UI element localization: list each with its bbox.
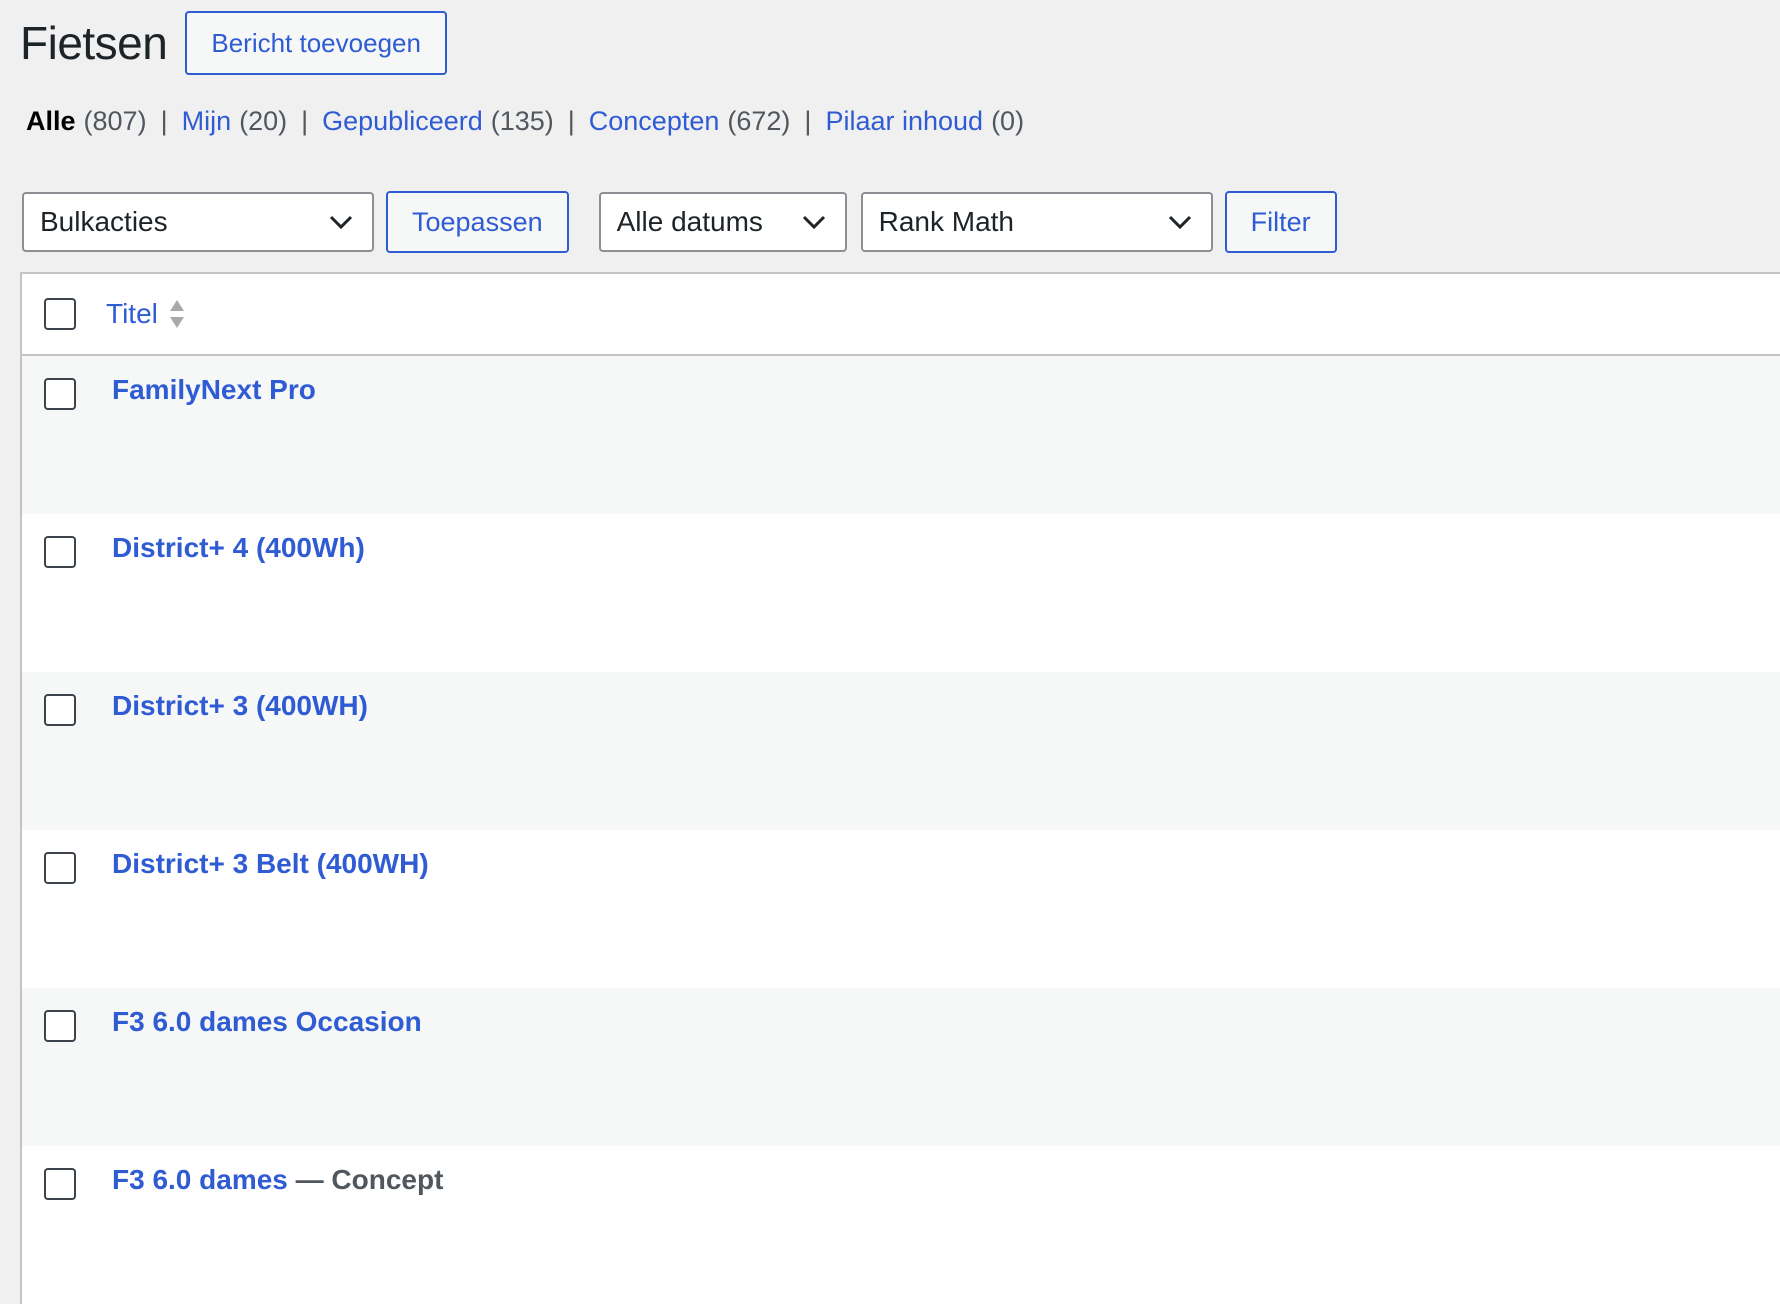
table-row: District+ 4 (400Wh)	[22, 514, 1780, 672]
view-separator: |	[804, 106, 812, 136]
view-all: Alle (807)	[26, 106, 147, 137]
row-checkbox[interactable]	[44, 1168, 76, 1200]
page-title: Fietsen	[20, 17, 168, 69]
view-published: Gepubliceerd (135)	[322, 106, 554, 137]
post-status-views: Alle (807) | Mijn (20) | Gepubliceerd (1…	[26, 106, 1024, 137]
row-checkbox[interactable]	[44, 694, 76, 726]
row-checkbox[interactable]	[44, 378, 76, 410]
row-checkbox[interactable]	[44, 852, 76, 884]
page-header: Fietsen Bericht toevoegen	[20, 10, 447, 76]
row-state: — Concept	[287, 1164, 444, 1195]
row-title-link[interactable]: F3 6.0 dames Occasion	[112, 1006, 422, 1037]
bulk-actions-select[interactable]: Bulkacties	[22, 192, 374, 252]
sort-arrows-icon	[169, 300, 184, 328]
rank-math-filter-select[interactable]: Rank Math	[860, 192, 1213, 252]
chevron-down-icon	[1168, 215, 1191, 230]
table-row: F3 6.0 dames — Concept	[22, 1146, 1780, 1304]
view-drafts-link[interactable]: Concepten	[589, 106, 720, 137]
row-title: District+ 4 (400Wh)	[112, 532, 365, 564]
view-pillar-content: Pilaar inhoud (0)	[825, 106, 1024, 137]
view-mine: Mijn (20)	[182, 106, 288, 137]
row-checkbox[interactable]	[44, 1010, 76, 1042]
add-post-button[interactable]: Bericht toevoegen	[185, 11, 447, 75]
row-title: District+ 3 Belt (400WH)	[112, 848, 429, 880]
table-row: District+ 3 Belt (400WH)	[22, 830, 1780, 988]
row-title-link[interactable]: District+ 3 (400WH)	[112, 690, 368, 721]
row-title-link[interactable]: District+ 3 Belt (400WH)	[112, 848, 429, 879]
tablenav-top: Bulkacties Toepassen Alle datums Rank Ma…	[22, 190, 1337, 254]
bulk-actions-value: Bulkacties	[40, 206, 168, 237]
view-drafts-count: (672)	[727, 106, 791, 136]
view-all-link[interactable]: Alle	[26, 106, 76, 137]
chevron-down-icon	[802, 215, 825, 230]
view-separator: |	[160, 106, 168, 136]
row-checkbox[interactable]	[44, 536, 76, 568]
row-title-link[interactable]: F3 6.0 dames	[112, 1164, 288, 1195]
table-row: F3 6.0 dames Occasion	[22, 988, 1780, 1146]
column-title-sort[interactable]: Titel	[106, 298, 186, 330]
view-pillar-content-link[interactable]: Pilaar inhoud	[825, 106, 983, 137]
view-separator: |	[301, 106, 309, 136]
row-title: District+ 3 (400WH)	[112, 690, 368, 722]
view-drafts: Concepten (672)	[589, 106, 791, 137]
table-header: Titel	[22, 274, 1780, 356]
view-mine-count: (20)	[239, 106, 288, 136]
view-pillar-content-count: (0)	[991, 106, 1025, 136]
filter-button[interactable]: Filter	[1224, 191, 1337, 253]
view-separator: |	[567, 106, 575, 136]
apply-button[interactable]: Toepassen	[386, 191, 569, 253]
chevron-down-icon	[329, 215, 353, 230]
date-filter-select[interactable]: Alle datums	[598, 192, 847, 252]
view-published-link[interactable]: Gepubliceerd	[322, 106, 483, 137]
row-title-link[interactable]: District+ 4 (400Wh)	[112, 532, 365, 563]
date-filter-value: Alle datums	[616, 206, 763, 237]
row-title: FamilyNext Pro	[112, 374, 316, 406]
select-all-checkbox[interactable]	[44, 298, 76, 330]
table-row: District+ 3 (400WH)	[22, 672, 1780, 830]
rank-math-filter-value: Rank Math	[878, 206, 1015, 237]
table-row: FamilyNext Pro	[22, 356, 1780, 514]
row-title: F3 6.0 dames Occasion	[112, 1006, 422, 1038]
view-mine-link[interactable]: Mijn	[182, 106, 232, 137]
row-title-link[interactable]: FamilyNext Pro	[112, 374, 316, 405]
view-all-count: (807)	[83, 106, 147, 136]
row-title: F3 6.0 dames — Concept	[112, 1164, 443, 1196]
column-title-label: Titel	[106, 298, 158, 329]
posts-table: Titel FamilyNext Pro District+ 4 (400Wh)…	[20, 272, 1780, 1304]
view-published-count: (135)	[490, 106, 554, 136]
